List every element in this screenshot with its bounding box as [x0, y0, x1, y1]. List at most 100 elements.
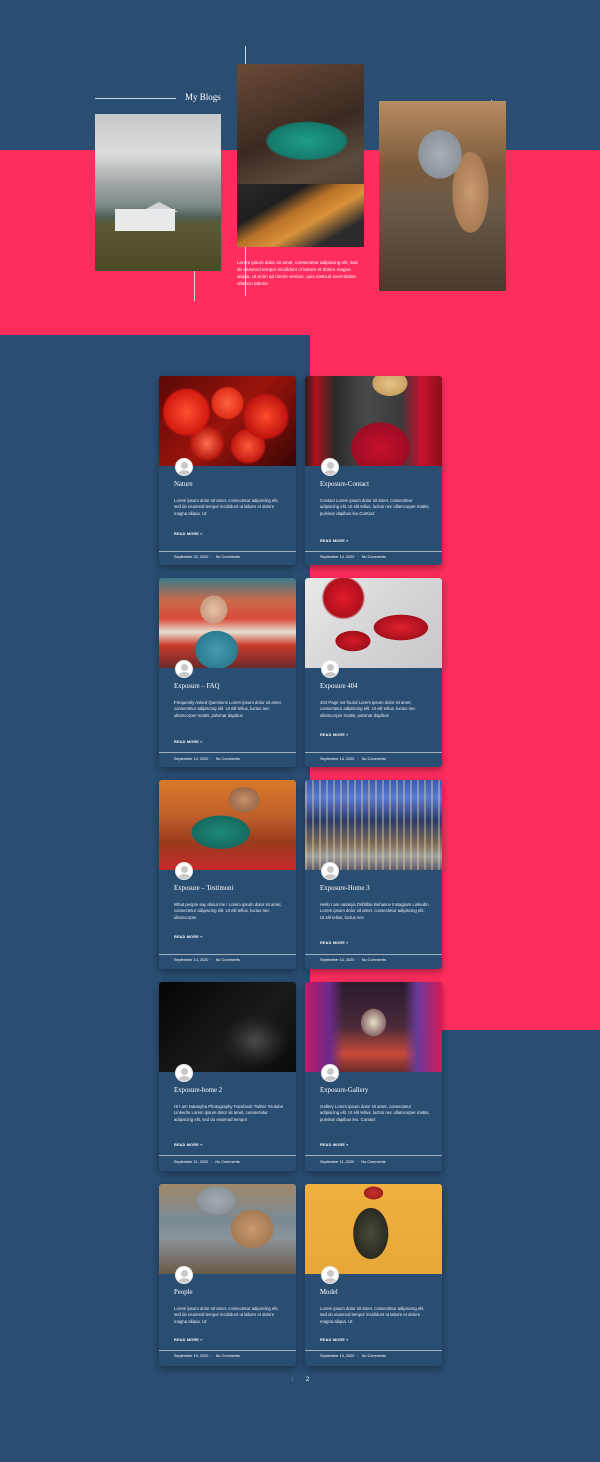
post-meta: September 22, 2020 · No Comments — [174, 555, 240, 559]
author-avatar — [321, 660, 339, 678]
post-card[interactable]: Exposure 404 404 Page not found Lorem ips… — [305, 578, 442, 767]
post-title[interactable]: People — [174, 1289, 193, 1296]
author-avatar — [321, 1064, 339, 1082]
post-thumbnail[interactable] — [159, 982, 296, 1072]
read-more-link[interactable]: READ MORE » — [174, 1338, 203, 1342]
post-date: September 22, 2020 — [174, 555, 209, 559]
post-thumbnail[interactable] — [305, 578, 442, 668]
page-2-link[interactable]: 2 — [306, 1377, 309, 1383]
meta-separator: · — [211, 1354, 213, 1358]
read-more-link[interactable]: READ MORE » — [320, 941, 349, 945]
post-title[interactable]: Model — [320, 1289, 338, 1296]
author-avatar — [321, 1266, 339, 1284]
post-thumbnail[interactable] — [305, 982, 442, 1072]
post-thumbnail[interactable] — [159, 578, 296, 668]
read-more-link[interactable]: READ MORE » — [320, 539, 349, 543]
meta-separator: · — [357, 1160, 359, 1164]
post-title[interactable]: Exposure-Contact — [320, 481, 369, 488]
post-title[interactable]: Exposure – Testimoni — [174, 885, 233, 892]
card-divider — [159, 1350, 296, 1351]
post-title[interactable]: Exposure-Gallery — [320, 1087, 368, 1094]
post-comments-link[interactable]: No Comments — [216, 1354, 240, 1358]
post-thumbnail[interactable] — [305, 1184, 442, 1274]
post-thumbnail[interactable] — [159, 1184, 296, 1274]
read-more-link[interactable]: READ MORE » — [174, 935, 203, 939]
card-divider — [305, 1155, 442, 1156]
post-comments-link[interactable]: No Comments — [216, 958, 240, 962]
hero-image-coast — [95, 114, 221, 271]
post-excerpt: Lorem ipsum dolor sit amet, consectetur … — [174, 1306, 279, 1324]
post-excerpt: Lorem ipsum dolor sit amet, consectetur … — [174, 498, 279, 516]
post-card[interactable]: Exposure – FAQ Frequently Asked Questions… — [159, 578, 296, 767]
meta-separator: · — [357, 1354, 359, 1358]
meta-separator: · — [211, 555, 213, 559]
page-1-link[interactable]: 1 — [291, 1377, 294, 1383]
read-more-link[interactable]: READ MORE » — [320, 733, 349, 737]
post-date: September 10, 2020 — [320, 1354, 355, 1358]
card-divider — [305, 752, 442, 753]
meta-separator: · — [357, 958, 359, 962]
post-meta: September 10, 2020 · No Comments — [174, 1354, 240, 1358]
post-comments-link[interactable]: No Comments — [216, 555, 240, 559]
post-date: September 14, 2020 — [320, 757, 355, 761]
post-excerpt: Hi I am Natasyha Photography Facebook Tw… — [174, 1104, 284, 1122]
post-card[interactable]: Exposure-Contact Contact Lorem ipsum dolo… — [305, 376, 442, 565]
post-comments-link[interactable]: No Comments — [362, 555, 386, 559]
post-card[interactable]: Model Lorem ipsum dolor sit amet, consect… — [305, 1184, 442, 1366]
post-comments-link[interactable]: No Comments — [362, 958, 386, 962]
post-comments-link[interactable]: No Comments — [361, 1160, 385, 1164]
post-date: September 10, 2020 — [174, 1354, 209, 1358]
post-meta: September 10, 2020 · No Comments — [320, 1354, 386, 1358]
post-excerpt: Frequently Asked Questions Lorem ipsum d… — [174, 700, 282, 718]
read-more-link[interactable]: READ MORE » — [320, 1143, 349, 1147]
post-thumbnail[interactable] — [305, 376, 442, 466]
post-date: September 11, 2020 — [320, 1160, 355, 1164]
post-meta: September 14, 2020 · No Comments — [174, 757, 240, 761]
post-card[interactable]: Nature Lorem ipsum dolor sit amet, consec… — [159, 376, 296, 565]
post-card[interactable]: Exposure-home 2 Hi I am Natasyha Photogra… — [159, 982, 296, 1171]
post-comments-link[interactable]: No Comments — [362, 1354, 386, 1358]
post-meta: September 14, 2020 · No Comments — [174, 958, 240, 962]
post-comments-link[interactable]: No Comments — [362, 757, 386, 761]
hero-text: Lorem ipsum dolor sit amet, consectetur … — [237, 260, 358, 286]
post-card[interactable]: Exposure-Gallery Gallery Lorem ipsum dolo… — [305, 982, 442, 1171]
hero-image-boots — [237, 64, 364, 247]
post-card[interactable]: People Lorem ipsum dolor sit amet, consec… — [159, 1184, 296, 1366]
author-avatar — [175, 1266, 193, 1284]
meta-separator: · — [357, 757, 359, 761]
meta-separator: · — [357, 555, 359, 559]
post-excerpt: What people say about me ! Lorem ipsum d… — [174, 902, 282, 920]
read-more-link[interactable]: READ MORE » — [174, 1143, 203, 1147]
card-divider — [159, 1155, 296, 1156]
card-divider — [305, 551, 442, 552]
post-comments-link[interactable]: No Comments — [215, 1160, 239, 1164]
meta-separator: · — [211, 1160, 213, 1164]
post-comments-link[interactable]: No Comments — [216, 757, 240, 761]
post-excerpt: Gallery Lorem ipsum dolor sit amet, cons… — [320, 1104, 430, 1122]
post-title[interactable]: Exposure – FAQ — [174, 683, 220, 690]
post-excerpt: Lorem ipsum dolor sit amet, consectetur … — [320, 1306, 425, 1324]
read-more-link[interactable]: READ MORE » — [174, 532, 203, 536]
post-meta: September 14, 2020 · No Comments — [320, 757, 386, 761]
page-title: My Blogs — [185, 92, 221, 102]
read-more-link[interactable]: READ MORE » — [174, 740, 203, 744]
post-title[interactable]: Exposure 404 — [320, 683, 358, 690]
post-meta: September 14, 2020 · No Comments — [320, 958, 386, 962]
author-avatar — [321, 862, 339, 880]
author-avatar — [321, 458, 339, 476]
card-divider — [305, 954, 442, 955]
author-avatar — [175, 458, 193, 476]
read-more-link[interactable]: READ MORE » — [320, 1338, 349, 1342]
post-title[interactable]: Exposure-home 2 — [174, 1087, 222, 1094]
card-divider — [159, 752, 296, 753]
meta-separator: · — [211, 757, 213, 761]
post-thumbnail[interactable] — [159, 376, 296, 466]
post-title[interactable]: Exposure-Home 3 — [320, 885, 370, 892]
post-card[interactable]: Exposure-Home 3 Hello I am natasya Dribbb… — [305, 780, 442, 969]
post-thumbnail[interactable] — [159, 780, 296, 870]
post-thumbnail[interactable] — [305, 780, 442, 870]
card-divider — [159, 551, 296, 552]
post-title[interactable]: Nature — [174, 481, 193, 488]
post-card[interactable]: Exposure – Testimoni What people say abou… — [159, 780, 296, 969]
post-date: September 14, 2020 — [174, 958, 209, 962]
